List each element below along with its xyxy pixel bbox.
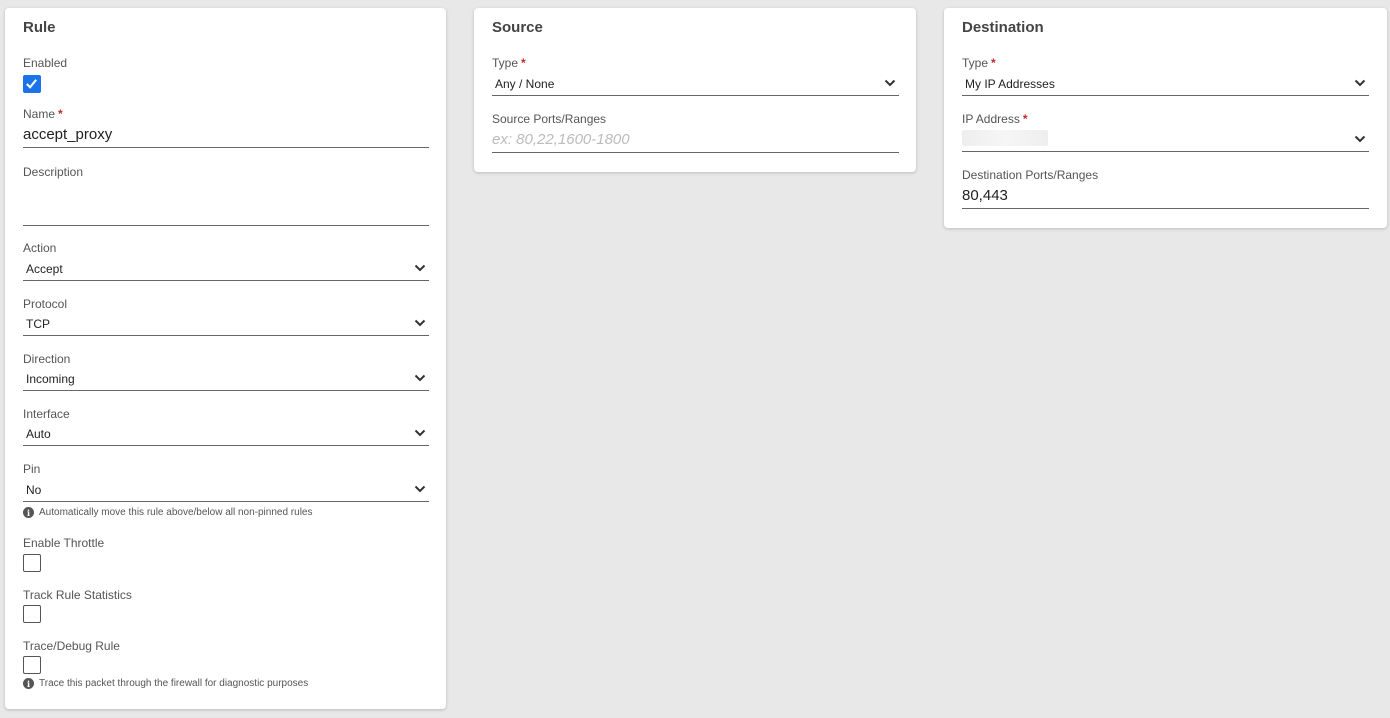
source-type-select[interactable]: Any / None bbox=[492, 72, 899, 96]
interface-select[interactable]: Auto bbox=[23, 422, 429, 446]
enabled-label: Enabled bbox=[23, 56, 68, 70]
chevron-down-icon bbox=[1354, 79, 1366, 87]
source-type-value: Any / None bbox=[495, 77, 555, 91]
trace-label: Trace/Debug Rule bbox=[23, 639, 120, 653]
chevron-down-icon bbox=[1354, 135, 1366, 143]
rule-card-title: Rule bbox=[23, 19, 56, 36]
checkmark-icon bbox=[26, 79, 37, 89]
destination-type-label: Type * bbox=[962, 56, 996, 70]
destination-card: Destination Type * My IP Addresses IP Add… bbox=[944, 8, 1387, 228]
description-textarea[interactable] bbox=[23, 192, 429, 226]
chevron-down-icon bbox=[414, 319, 426, 327]
source-card-title: Source bbox=[492, 19, 543, 36]
statistics-checkbox[interactable] bbox=[23, 605, 41, 623]
source-ports-input[interactable]: ex: 80,22,1600-1800 bbox=[492, 129, 899, 153]
direction-label: Direction bbox=[23, 352, 71, 366]
chevron-down-icon bbox=[414, 374, 426, 382]
info-icon: i bbox=[23, 678, 34, 689]
source-ports-label: Source Ports/Ranges bbox=[492, 112, 607, 126]
description-label: Description bbox=[23, 165, 84, 179]
interface-label: Interface bbox=[23, 407, 70, 421]
pin-label: Pin bbox=[23, 462, 41, 476]
destination-ports-label: Destination Ports/Ranges bbox=[962, 168, 1099, 182]
enabled-checkbox[interactable] bbox=[23, 75, 41, 93]
protocol-value: TCP bbox=[26, 317, 50, 331]
source-type-label: Type * bbox=[492, 56, 526, 70]
source-card: Source Type * Any / None Source Ports/Ran… bbox=[474, 8, 916, 172]
action-value: Accept bbox=[26, 262, 63, 276]
interface-value: Auto bbox=[26, 427, 51, 441]
trace-hint-text: Trace this packet through the firewall f… bbox=[39, 678, 309, 689]
trace-hint: i Trace this packet through the firewall… bbox=[23, 678, 308, 689]
action-select[interactable]: Accept bbox=[23, 257, 429, 281]
pin-select[interactable]: No bbox=[23, 478, 429, 502]
chevron-down-icon bbox=[414, 429, 426, 437]
throttle-checkbox[interactable] bbox=[23, 554, 41, 572]
direction-select[interactable]: Incoming bbox=[23, 367, 429, 391]
protocol-label: Protocol bbox=[23, 297, 68, 311]
throttle-label: Enable Throttle bbox=[23, 536, 105, 550]
ip-address-select[interactable] bbox=[962, 128, 1369, 152]
chevron-down-icon bbox=[414, 485, 426, 493]
pin-hint: i Automatically move this rule above/bel… bbox=[23, 507, 312, 518]
source-ports-placeholder: ex: 80,22,1600-1800 bbox=[492, 131, 630, 148]
destination-type-value: My IP Addresses bbox=[965, 77, 1055, 91]
info-icon: i bbox=[23, 507, 34, 518]
trace-checkbox[interactable] bbox=[23, 656, 41, 674]
pin-hint-text: Automatically move this rule above/below… bbox=[39, 507, 313, 518]
direction-value: Incoming bbox=[26, 372, 75, 386]
ip-address-value-redacted bbox=[962, 130, 1048, 146]
statistics-label: Track Rule Statistics bbox=[23, 588, 132, 602]
action-label: Action bbox=[23, 241, 57, 255]
pin-value: No bbox=[26, 483, 42, 497]
name-label: Name * bbox=[23, 107, 63, 121]
destination-type-select[interactable]: My IP Addresses bbox=[962, 72, 1369, 96]
name-input[interactable]: accept_proxy bbox=[23, 124, 429, 148]
chevron-down-icon bbox=[884, 79, 896, 87]
chevron-down-icon bbox=[414, 264, 426, 272]
ip-address-label: IP Address * bbox=[962, 112, 1028, 126]
destination-ports-input[interactable]: 80,443 bbox=[962, 185, 1369, 209]
rule-card: Rule Enabled Name * accept_proxy Descript… bbox=[5, 8, 446, 709]
protocol-select[interactable]: TCP bbox=[23, 312, 429, 336]
destination-card-title: Destination bbox=[962, 19, 1044, 36]
